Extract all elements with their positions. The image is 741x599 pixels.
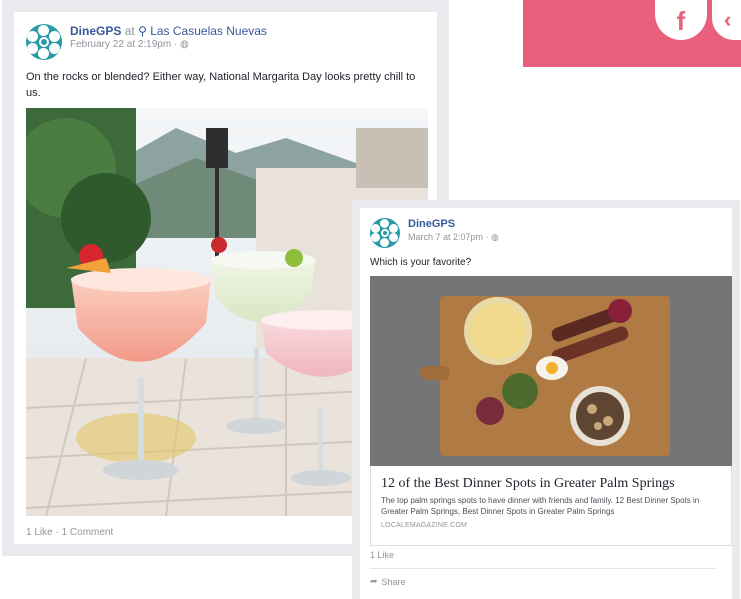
share-icon: ➦ [370,576,378,586]
divider [370,568,716,569]
location-link[interactable]: Las Casuelas Nuevas [150,24,267,38]
avatar[interactable] [370,218,400,248]
comments-count[interactable]: 1 Comment [62,527,114,538]
food-board-photo[interactable] [370,276,732,466]
post-header: DineGPS at ⚲ Las Casuelas Nuevas Februar… [14,12,437,66]
location-pin-icon: ⚲ [138,24,147,38]
share-label: Share [381,576,406,587]
likes-count[interactable]: 1 Like [370,550,394,560]
share-button[interactable]: ➦ Share [370,576,406,587]
globe-icon: · ◍ [173,39,189,50]
link-description: The top palm springs spots to have dinne… [381,496,700,516]
globe-icon: · ◍ [485,231,499,242]
link-domain: LOCALEMAGAZINE.COM [381,521,468,529]
brand-banner [523,0,741,67]
author-name[interactable]: DineGPS [408,218,455,230]
post-timestamp[interactable]: March 7 at 2:07pm [408,232,483,242]
post-timestamp[interactable]: February 22 at 2:19pm [70,39,171,50]
at-word: at [124,24,135,38]
post-text: Which is your favorite? [370,257,472,268]
facebook-post-dinner: DineGPS March 7 at 2:07pm · ◍ Which is y… [352,200,740,599]
link-preview[interactable]: 12 of the Best Dinner Spots in Greater P… [370,466,732,546]
post-header: DineGPS March 7 at 2:07pm · ◍ [360,208,732,252]
likes-count[interactable]: 1 Like [26,527,53,538]
post-text: On the rocks or blended? Either way, Nat… [26,71,416,99]
link-title[interactable]: 12 of the Best Dinner Spots in Greater P… [381,476,721,492]
avatar[interactable] [26,24,62,60]
author-name[interactable]: DineGPS [70,24,121,38]
